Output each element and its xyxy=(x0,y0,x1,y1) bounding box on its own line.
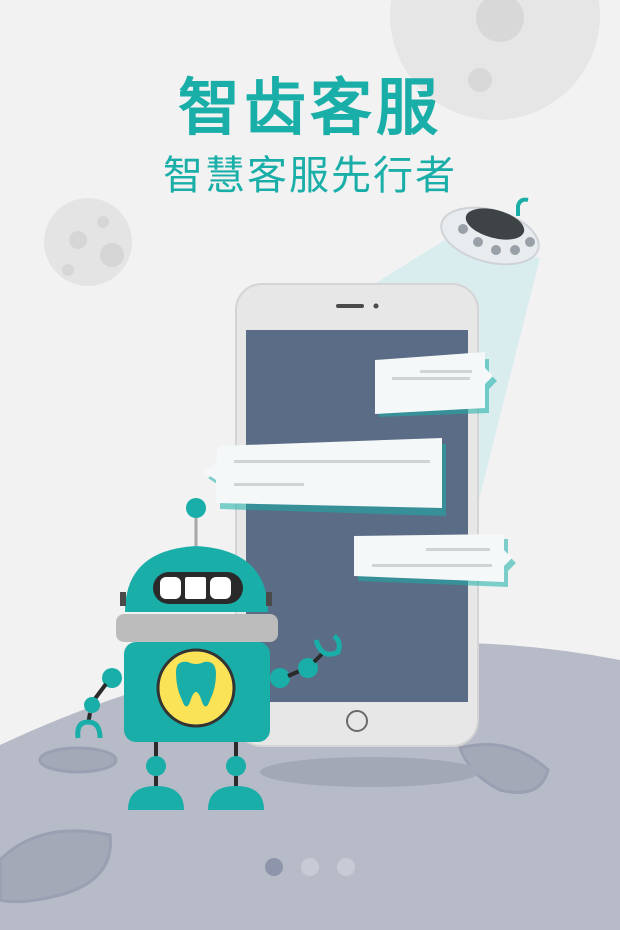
moon-left xyxy=(44,198,132,286)
page-title: 智齿客服 xyxy=(177,71,442,144)
page-dot-1[interactable] xyxy=(265,858,283,876)
tooth-icon xyxy=(156,648,236,728)
page-dot-2[interactable] xyxy=(301,858,319,876)
page-dot-3[interactable] xyxy=(337,858,355,876)
chat-bubble-left xyxy=(204,438,446,516)
page-indicator xyxy=(0,858,620,876)
chat-bubble-right-top xyxy=(375,352,497,417)
chat-bubble-right-bottom xyxy=(354,534,516,587)
page-subtitle: 智慧客服先行者 xyxy=(163,153,457,199)
